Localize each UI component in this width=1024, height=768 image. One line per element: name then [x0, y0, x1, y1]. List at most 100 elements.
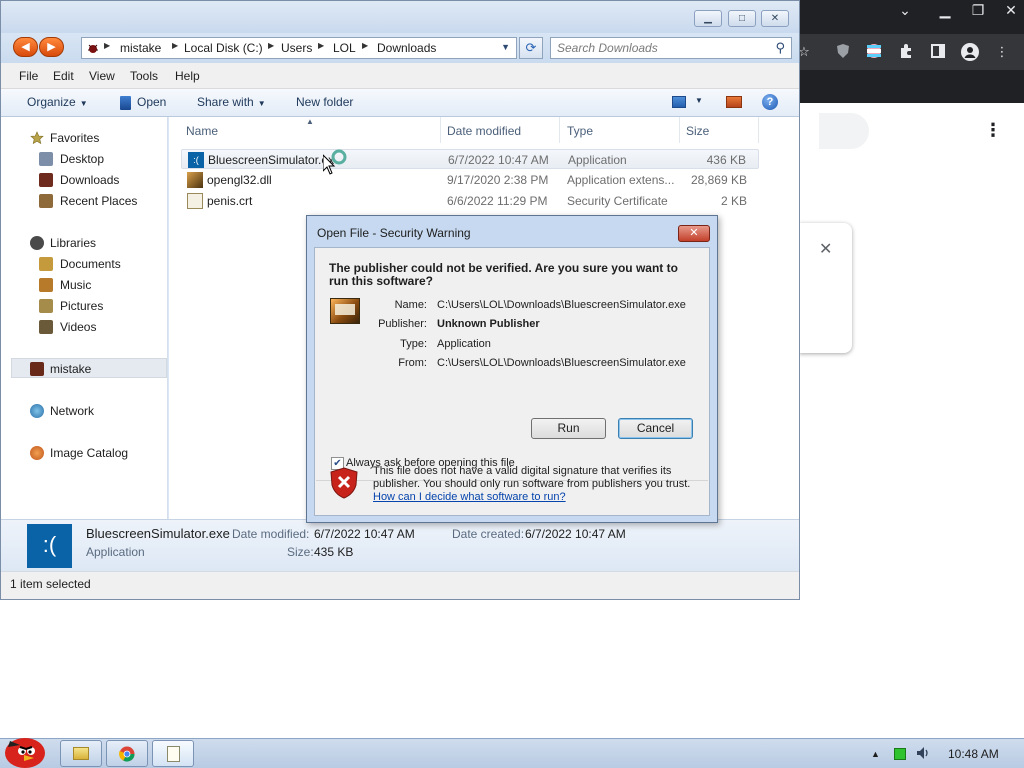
- file-row[interactable]: :( BluescreenSimulator.exe 6/7/2022 10:4…: [181, 149, 759, 169]
- details-size: 435 KB: [314, 545, 354, 559]
- run-button[interactable]: Run: [531, 418, 606, 439]
- flag-extension-icon[interactable]: [865, 43, 883, 61]
- organize-button[interactable]: Organize ▼: [27, 95, 88, 109]
- bluescreen-large-icon: :(: [27, 524, 72, 568]
- details-date-modified-label: Date modified:: [232, 527, 310, 541]
- explorer-titlebar[interactable]: ▁ □ ✕: [1, 1, 799, 33]
- open-button[interactable]: Open: [120, 95, 166, 110]
- tray-overflow-icon[interactable]: ▲: [871, 749, 880, 759]
- cancel-button[interactable]: Cancel: [618, 418, 693, 439]
- nav-recent-places[interactable]: Recent Places: [1, 191, 167, 211]
- field-value-type: Application: [437, 338, 491, 350]
- chrome-restore-button[interactable]: ❐: [962, 0, 994, 22]
- nav-network[interactable]: Network: [1, 401, 167, 421]
- nav-favorites[interactable]: Favorites: [1, 128, 167, 148]
- help-decide-link[interactable]: How can I decide what software to run?: [373, 491, 566, 503]
- tray-status-icon[interactable]: [894, 748, 906, 760]
- extensions-puzzle-icon[interactable]: [897, 43, 915, 61]
- file-size: 436 KB: [706, 153, 746, 167]
- search-icon[interactable]: ⚲: [775, 40, 785, 56]
- profile-avatar-icon[interactable]: [961, 43, 979, 61]
- view-options-icon[interactable]: [672, 96, 686, 108]
- nav-downloads[interactable]: Downloads: [1, 170, 167, 190]
- file-type: Application: [568, 153, 627, 167]
- address-bar[interactable]: ▶ mistake ▶ Local Disk (C:) ▶ Users ▶ LO…: [81, 37, 517, 59]
- file-name: opengl32.dll: [207, 173, 272, 187]
- music-icon: [39, 278, 53, 292]
- chrome-tab-search-button[interactable]: ⌄: [889, 0, 921, 22]
- chevron-down-icon: ▼: [257, 99, 266, 108]
- chrome-close-button[interactable]: ✕: [995, 0, 1024, 22]
- star-icon: [30, 131, 44, 145]
- refresh-button[interactable]: ⟳: [519, 37, 543, 59]
- file-row[interactable]: opengl32.dll 9/17/2020 2:38 PM Applicati…: [181, 170, 759, 190]
- column-header-size[interactable]: Size: [681, 117, 759, 143]
- preview-pane-icon[interactable]: [726, 96, 742, 108]
- desktop-icon: [39, 152, 53, 166]
- nav-computer-mistake[interactable]: mistake: [11, 358, 167, 378]
- ublock-extension-icon[interactable]: [834, 43, 852, 61]
- nav-documents[interactable]: Documents: [1, 254, 167, 274]
- nav-libraries[interactable]: Libraries: [1, 233, 167, 253]
- chrome-menu-icon[interactable]: ⋮: [993, 43, 1011, 61]
- menu-view[interactable]: View: [89, 69, 115, 83]
- address-dropdown-icon[interactable]: ▼: [501, 42, 510, 52]
- nav-pictures[interactable]: Pictures: [1, 296, 167, 316]
- back-button[interactable]: ◀: [13, 37, 38, 57]
- dialog-headline: The publisher could not be verified. Are…: [329, 261, 678, 288]
- nav-music[interactable]: Music: [1, 275, 167, 295]
- chrome-searchbox-pill[interactable]: [819, 113, 869, 149]
- breadcrumb-separator: ▶: [104, 41, 111, 50]
- close-card-icon[interactable]: ✕: [819, 239, 832, 259]
- breadcrumb-local-disk[interactable]: Local Disk (C:): [184, 41, 263, 55]
- menu-tools[interactable]: Tools: [130, 69, 158, 83]
- nav-arrows: ◀ ▶: [13, 37, 65, 59]
- side-panel-icon[interactable]: [929, 43, 947, 61]
- taskbar-notepad-button[interactable]: [152, 740, 194, 767]
- nav-videos[interactable]: Videos: [1, 317, 167, 337]
- chrome-minimize-button[interactable]: ▁: [929, 0, 961, 22]
- search-input[interactable]: [557, 40, 767, 56]
- forward-button[interactable]: ▶: [39, 37, 64, 57]
- menu-edit[interactable]: Edit: [53, 69, 74, 83]
- page-menu-icon[interactable]: ⋮: [984, 121, 1002, 139]
- file-size: 2 KB: [720, 194, 747, 208]
- dialog-close-button[interactable]: ✕: [678, 225, 710, 242]
- new-folder-button[interactable]: New folder: [296, 95, 353, 109]
- start-button[interactable]: [0, 731, 52, 768]
- field-label-from: From:: [398, 357, 427, 369]
- menu-help[interactable]: Help: [175, 69, 200, 83]
- taskbar-explorer-button[interactable]: [60, 740, 102, 767]
- clock[interactable]: 10:48 AM: [948, 747, 999, 761]
- close-button[interactable]: ✕: [761, 10, 789, 27]
- menu-file[interactable]: File: [19, 69, 38, 83]
- nav-image-catalog[interactable]: Image Catalog: [1, 443, 167, 463]
- nav-label: Documents: [60, 257, 121, 271]
- file-row[interactable]: penis.crt 6/6/2022 11:29 PM Security Cer…: [181, 191, 759, 211]
- nav-label: Recent Places: [60, 194, 138, 208]
- details-size-label: Size:: [287, 545, 314, 559]
- column-header-date-modified[interactable]: Date modified: [442, 117, 560, 143]
- search-box[interactable]: ⚲: [550, 37, 792, 59]
- chrome-page-content: ⋮ ✕: [799, 103, 1024, 738]
- file-date: 6/7/2022 10:47 AM: [448, 153, 549, 167]
- breadcrumb-downloads[interactable]: Downloads: [377, 41, 436, 55]
- maximize-button[interactable]: □: [728, 10, 756, 27]
- details-pane: :( BluescreenSimulator.exe Application D…: [1, 519, 799, 571]
- details-date-created: 6/7/2022 10:47 AM: [525, 527, 626, 541]
- field-value-from: C:\Users\LOL\Downloads\BluescreenSimulat…: [437, 357, 686, 369]
- view-options-dropdown-icon[interactable]: ▼: [695, 96, 703, 105]
- command-bar: Organize ▼ Open Share with ▼ New folder ▼ …: [1, 89, 799, 117]
- column-header-type[interactable]: Type: [562, 117, 680, 143]
- minimize-button[interactable]: ▁: [694, 10, 722, 27]
- breadcrumb-lol[interactable]: LOL: [333, 41, 356, 55]
- column-header-name[interactable]: Name: [181, 117, 441, 143]
- breadcrumb-users[interactable]: Users: [281, 41, 312, 55]
- pictures-icon: [39, 299, 53, 313]
- share-with-button[interactable]: Share with ▼: [197, 95, 266, 109]
- taskbar-chrome-button[interactable]: [106, 740, 148, 767]
- volume-icon[interactable]: [915, 745, 931, 764]
- nav-desktop[interactable]: Desktop: [1, 149, 167, 169]
- breadcrumb-mistake[interactable]: mistake: [120, 41, 161, 55]
- help-icon[interactable]: ?: [762, 94, 778, 110]
